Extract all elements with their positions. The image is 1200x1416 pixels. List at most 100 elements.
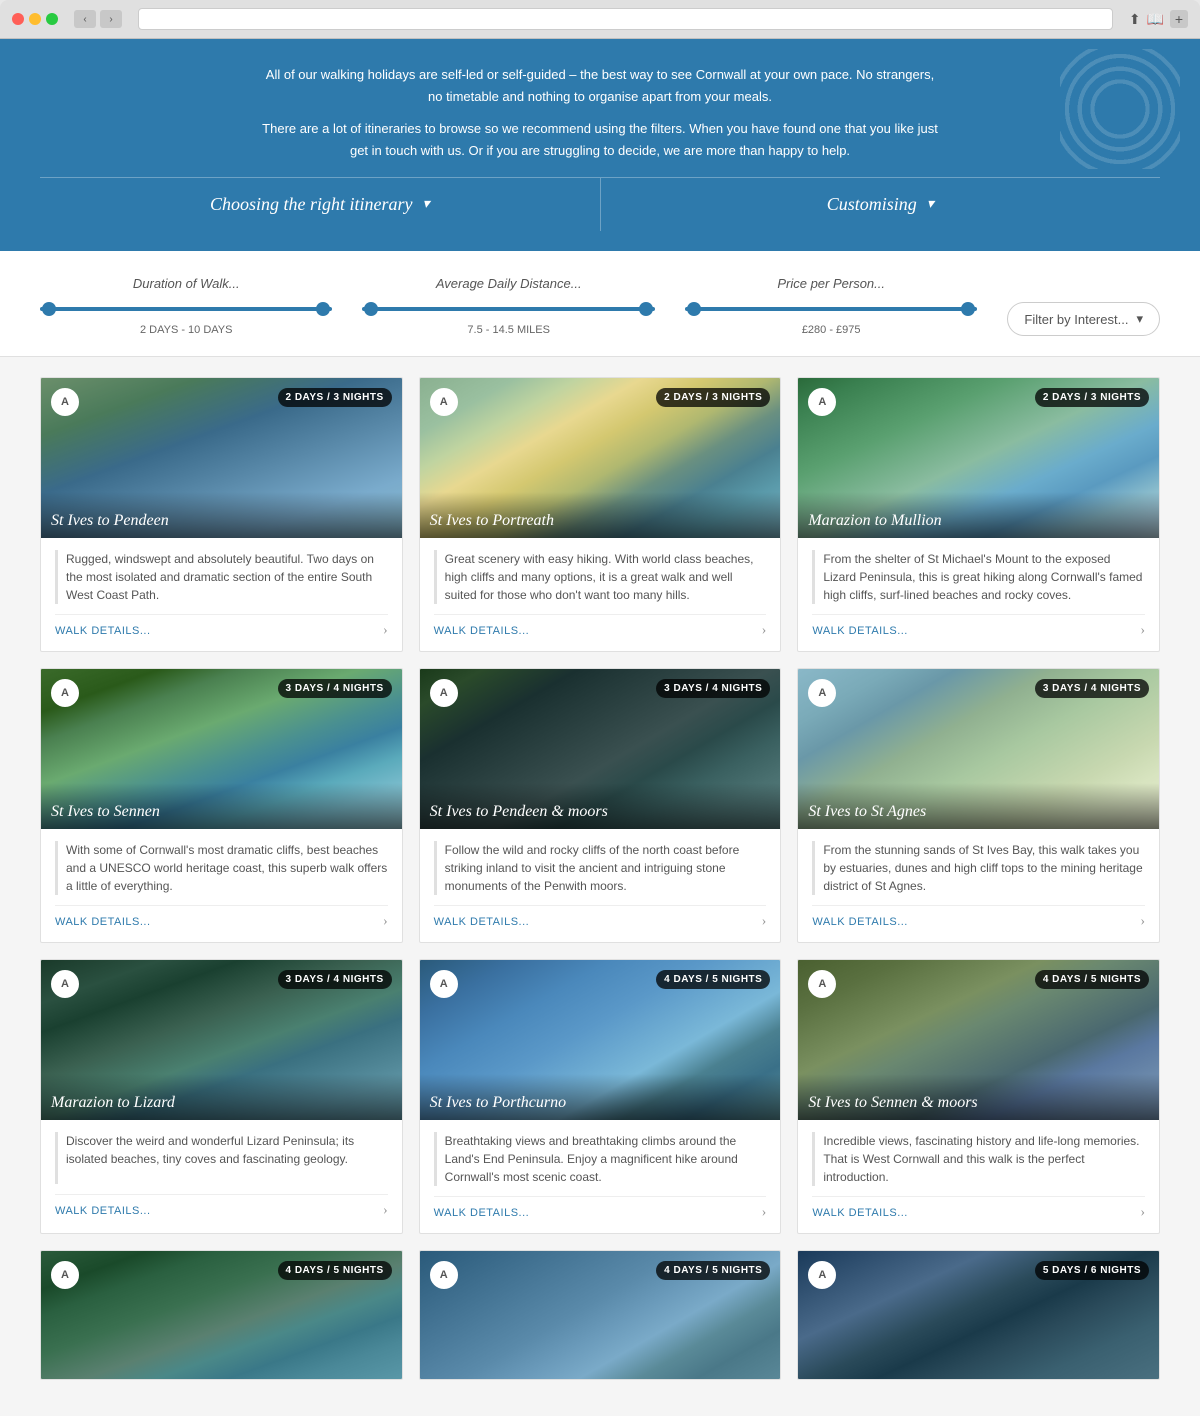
duration-thumb-left[interactable] (42, 302, 56, 316)
walk-details-link-9[interactable]: WALK DETAILS... (812, 1207, 908, 1219)
walk-details-link-4[interactable]: WALK DETAILS... (55, 916, 151, 928)
price-thumb-left[interactable] (687, 302, 701, 316)
cards-row-1: A 2 DAYS / 3 NIGHTS St Ives to Pendeen R… (40, 377, 1160, 652)
card-row4-2: A 4 DAYS / 5 NIGHTS (419, 1250, 782, 1380)
hero-banner: All of our walking holidays are self-led… (0, 39, 1200, 251)
distance-thumb-left[interactable] (364, 302, 378, 316)
maximize-button[interactable] (46, 13, 58, 25)
avatar-5: A (430, 679, 458, 707)
walk-details-link-6[interactable]: WALK DETAILS... (812, 916, 908, 928)
avatar-11: A (430, 1261, 458, 1289)
hero-text-1: All of our walking holidays are self-led… (260, 64, 940, 108)
filters-row: Duration of Walk... 2 DAYS - 10 DAYS Ave… (40, 276, 1160, 336)
badge-5: 3 DAYS / 4 NIGHTS (656, 679, 770, 698)
price-filter: Price per Person... £280 - £975 (685, 276, 977, 336)
card-body-5: Follow the wild and rocky cliffs of the … (420, 829, 781, 942)
interest-chevron-icon: ▾ (1136, 311, 1143, 327)
card-title-stives-pendeen: St Ives to Pendeen (41, 492, 402, 538)
cards-row-2: A 3 DAYS / 4 NIGHTS St Ives to Sennen Wi… (40, 668, 1160, 943)
accordion-item-itinerary[interactable]: Choosing the right itinerary ▾ (40, 178, 601, 231)
card-image-wrap-11: A 4 DAYS / 5 NIGHTS (420, 1251, 781, 1380)
avatar-8: A (430, 970, 458, 998)
card-image-wrap-5: A 3 DAYS / 4 NIGHTS St Ives to Pendeen &… (420, 669, 781, 829)
card-row4-3: A 5 DAYS / 6 NIGHTS (797, 1250, 1160, 1380)
card-image-wrap-8: A 4 DAYS / 5 NIGHTS St Ives to Porthcurn… (420, 960, 781, 1120)
distance-filter: Average Daily Distance... 7.5 - 14.5 MIL… (362, 276, 654, 336)
card-marazion-mullion: A 2 DAYS / 3 NIGHTS Marazion to Mullion … (797, 377, 1160, 652)
duration-value: 2 DAYS - 10 DAYS (40, 324, 332, 336)
card-image-wrap-10: A 4 DAYS / 5 NIGHTS (41, 1251, 402, 1380)
walk-details-link-3[interactable]: WALK DETAILS... (812, 625, 908, 637)
minimize-button[interactable] (29, 13, 41, 25)
card-image-wrap-7: A 3 DAYS / 4 NIGHTS Marazion to Lizard (41, 960, 402, 1120)
browser-chrome: ‹ › ⬆ 📖 + (0, 0, 1200, 39)
page-wrapper: All of our walking holidays are self-led… (0, 39, 1200, 1416)
card-body-2: Great scenery with easy hiking. With wor… (420, 538, 781, 651)
card-body-7: Discover the weird and wonderful Lizard … (41, 1120, 402, 1231)
card-marazion-lizard: A 3 DAYS / 4 NIGHTS Marazion to Lizard D… (40, 959, 403, 1234)
cards-row-3: A 3 DAYS / 4 NIGHTS Marazion to Lizard D… (40, 959, 1160, 1234)
card-stives-pendeen-moors: A 3 DAYS / 4 NIGHTS St Ives to Pendeen &… (419, 668, 782, 943)
distance-slider[interactable] (362, 299, 654, 319)
card-title-stives-pendeen-moors: St Ives to Pendeen & moors (420, 783, 781, 829)
accordion-item-customising[interactable]: Customising ▾ (601, 178, 1161, 231)
close-button[interactable] (12, 13, 24, 25)
interest-filter-button[interactable]: Filter by Interest... ▾ (1007, 302, 1160, 336)
cards-row-4: A 4 DAYS / 5 NIGHTS A 4 DAYS / 5 NIGHTS … (40, 1250, 1160, 1380)
card-stives-sennen-moors: A 4 DAYS / 5 NIGHTS St Ives to Sennen & … (797, 959, 1160, 1234)
price-fill (685, 307, 977, 311)
arrow-icon-5: › (762, 914, 767, 930)
duration-slider[interactable] (40, 299, 332, 319)
arrow-icon-8: › (762, 1205, 767, 1221)
card-body-4: With some of Cornwall's most dramatic cl… (41, 829, 402, 942)
back-button[interactable]: ‹ (74, 10, 96, 28)
walk-details-link-5[interactable]: WALK DETAILS... (434, 916, 530, 928)
chevron-down-icon: ▾ (422, 196, 429, 213)
card-link-row-4: WALK DETAILS... › (55, 905, 388, 930)
card-body-1: Rugged, windswept and absolutely beautif… (41, 538, 402, 651)
badge-6: 3 DAYS / 4 NIGHTS (1035, 679, 1149, 698)
walk-details-link-8[interactable]: WALK DETAILS... (434, 1207, 530, 1219)
walk-details-link-2[interactable]: WALK DETAILS... (434, 625, 530, 637)
card-stives-pendeen: A 2 DAYS / 3 NIGHTS St Ives to Pendeen R… (40, 377, 403, 652)
card-desc-3: From the shelter of St Michael's Mount t… (812, 550, 1145, 604)
walk-details-link-7[interactable]: WALK DETAILS... (55, 1205, 151, 1217)
card-title-stives-portreath: St Ives to Portreath (420, 492, 781, 538)
badge-2: 2 DAYS / 3 NIGHTS (656, 388, 770, 407)
price-thumb-right[interactable] (961, 302, 975, 316)
card-desc-1: Rugged, windswept and absolutely beautif… (55, 550, 388, 604)
avatar-2: A (430, 388, 458, 416)
price-value: £280 - £975 (685, 324, 977, 336)
walk-details-link-1[interactable]: WALK DETAILS... (55, 625, 151, 637)
card-link-row-7: WALK DETAILS... › (55, 1194, 388, 1219)
card-image-wrap-6: A 3 DAYS / 4 NIGHTS St Ives to St Agnes (798, 669, 1159, 829)
price-slider[interactable] (685, 299, 977, 319)
card-title-stives-stagnes: St Ives to St Agnes (798, 783, 1159, 829)
accordion-label-itinerary: Choosing the right itinerary (210, 194, 413, 215)
arrow-icon-7: › (383, 1203, 388, 1219)
bookmark-button[interactable]: 📖 (1147, 10, 1164, 28)
arrow-icon-6: › (1140, 914, 1145, 930)
badge-3: 2 DAYS / 3 NIGHTS (1035, 388, 1149, 407)
card-row4-1: A 4 DAYS / 5 NIGHTS (40, 1250, 403, 1380)
arrow-icon-1: › (383, 623, 388, 639)
distance-value: 7.5 - 14.5 MILES (362, 324, 654, 336)
forward-button[interactable]: › (100, 10, 122, 28)
distance-thumb-right[interactable] (639, 302, 653, 316)
chevron-down-icon-2: ▾ (927, 196, 934, 213)
card-desc-6: From the stunning sands of St Ives Bay, … (812, 841, 1145, 895)
duration-thumb-right[interactable] (316, 302, 330, 316)
duration-fill (40, 307, 332, 311)
address-bar[interactable] (138, 8, 1113, 30)
card-desc-5: Follow the wild and rocky cliffs of the … (434, 841, 767, 895)
interest-filter-wrap: Filter by Interest... ▾ (1007, 302, 1160, 336)
badge-12: 5 DAYS / 6 NIGHTS (1035, 1261, 1149, 1280)
card-body-3: From the shelter of St Michael's Mount t… (798, 538, 1159, 651)
duration-label: Duration of Walk... (40, 276, 332, 291)
badge-10: 4 DAYS / 5 NIGHTS (278, 1261, 392, 1280)
new-tab-button[interactable]: + (1170, 10, 1188, 28)
arrow-icon-9: › (1140, 1205, 1145, 1221)
card-title-stives-sennen: St Ives to Sennen (41, 783, 402, 829)
filters-section: Duration of Walk... 2 DAYS - 10 DAYS Ave… (0, 251, 1200, 357)
share-button[interactable]: ⬆ (1129, 10, 1141, 28)
